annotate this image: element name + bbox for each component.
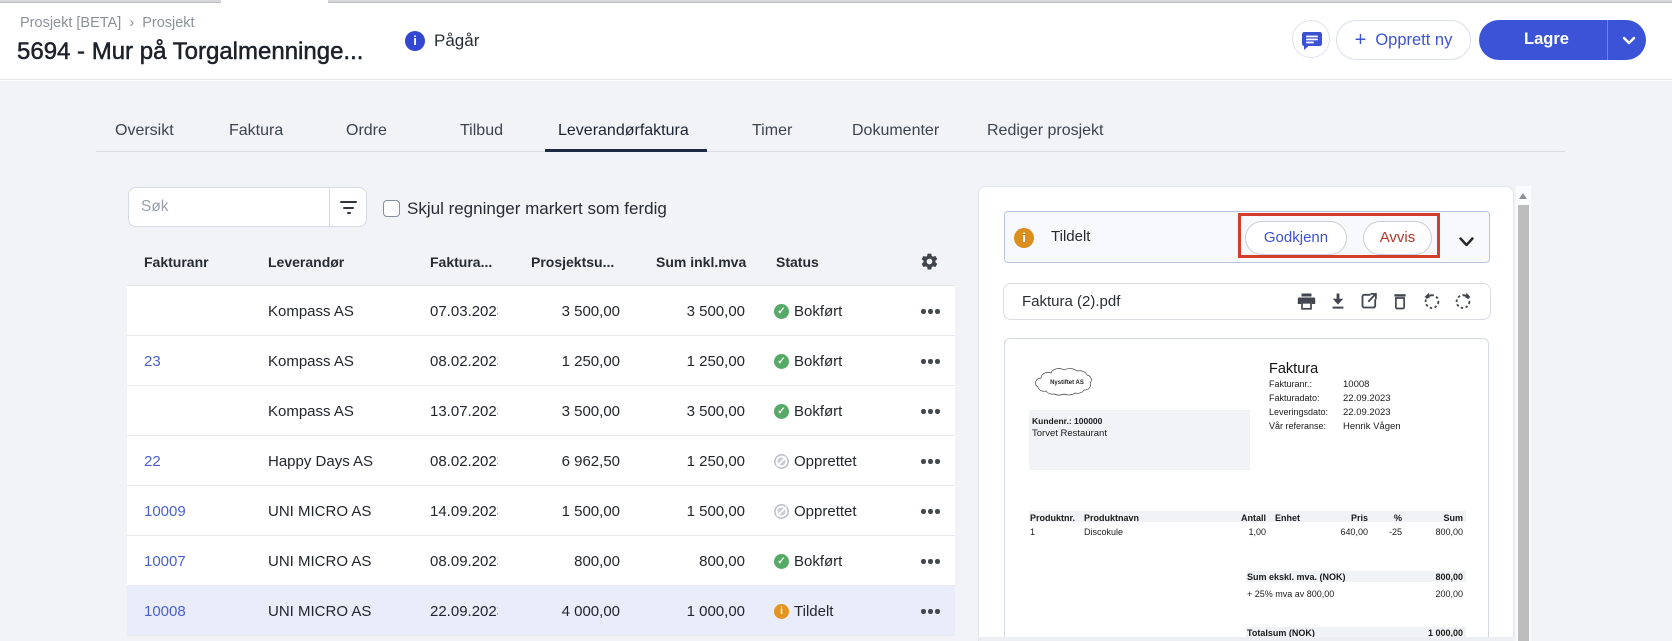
svg-text:Nystiftet AS: Nystiftet AS	[1050, 380, 1084, 386]
